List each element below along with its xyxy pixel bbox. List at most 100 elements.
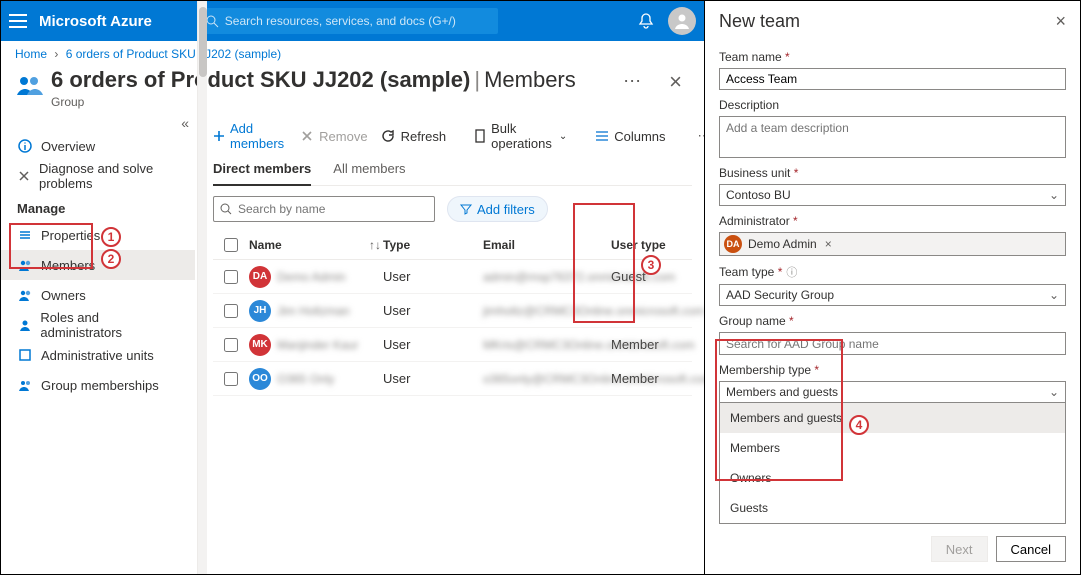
row-checkbox[interactable]	[224, 304, 238, 318]
membership-type-value: Members and guests	[726, 385, 838, 399]
sidebar-header-manage: Manage	[1, 191, 195, 220]
sidebar-item-adminunits[interactable]: Administrative units	[1, 340, 195, 370]
sidebar: « Overview Diagnose and solve problems M…	[1, 111, 195, 580]
member-email: jimholtz@CRMC3Online.onmicrosoft.com	[483, 304, 611, 318]
close-icon[interactable]: ×	[1055, 11, 1066, 32]
global-search[interactable]	[198, 8, 498, 34]
row-checkbox[interactable]	[224, 270, 238, 284]
new-team-panel: New team × Team name * Description Busin…	[704, 0, 1081, 575]
blade-title: 6 orders of Product SKU JJ202 (sample)|M…	[51, 67, 615, 93]
more-commands-icon[interactable]: ⋯	[694, 128, 704, 144]
sidebar-item-label: Members	[41, 258, 95, 273]
panel-title: New team	[719, 11, 800, 32]
brand-label: Microsoft Azure	[39, 13, 152, 30]
adminunits-icon	[17, 347, 33, 363]
tab-direct-members[interactable]: Direct members	[213, 161, 311, 186]
azure-topbar: Microsoft Azure	[1, 1, 704, 41]
add-filters-button[interactable]: Add filters	[447, 196, 548, 222]
membership-option[interactable]: Members	[720, 433, 1065, 463]
columns-button[interactable]: Columns	[595, 129, 665, 144]
panel-footer: Next Cancel	[719, 524, 1066, 562]
close-icon[interactable]: ×	[661, 67, 690, 97]
group-name-input[interactable]	[719, 332, 1066, 354]
main-content: Add members Remove Refresh Bulk operatio…	[195, 111, 704, 580]
row-checkbox[interactable]	[224, 338, 238, 352]
bulk-label: Bulk operations	[491, 121, 554, 151]
add-members-button[interactable]: Add members	[213, 121, 286, 151]
membership-option[interactable]: Owners	[720, 463, 1065, 493]
search-members[interactable]	[213, 196, 435, 222]
sidebar-item-properties[interactable]: Properties	[1, 220, 195, 250]
tab-all-members[interactable]: All members	[333, 161, 405, 185]
table-row[interactable]: DADemo AdminUseradmin@msp76372.onmicroso…	[213, 260, 692, 294]
columns-label: Columns	[614, 129, 665, 144]
next-button[interactable]: Next	[931, 536, 988, 562]
breadcrumb: Home › 6 orders of Product SKU JJ202 (sa…	[1, 41, 704, 63]
member-avatar: JH	[249, 300, 271, 322]
col-type[interactable]: Type	[383, 238, 483, 252]
sidebar-item-owners[interactable]: Owners	[1, 280, 195, 310]
bulk-icon	[474, 129, 486, 143]
members-icon	[17, 257, 33, 273]
label-business-unit: Business unit *	[719, 166, 1066, 180]
select-all-checkbox[interactable]	[224, 238, 238, 252]
description-input[interactable]	[719, 116, 1066, 157]
remove-button[interactable]: Remove	[300, 129, 367, 144]
group-icon	[15, 71, 43, 99]
team-name-input[interactable]	[719, 68, 1066, 90]
remove-label: Remove	[319, 129, 367, 144]
sidebar-item-label: Administrative units	[41, 348, 154, 363]
filter-icon	[460, 204, 472, 214]
refresh-label: Refresh	[401, 129, 447, 144]
administrator-chip[interactable]: DA Demo Admin ×	[719, 232, 1066, 256]
member-type: User	[383, 269, 483, 284]
membership-option[interactable]: Guests	[720, 493, 1065, 523]
table-row[interactable]: MKManjinder KaurUserMKris@CRMC3Online.on…	[213, 328, 692, 362]
sidebar-item-roles[interactable]: Roles and administrators	[1, 310, 195, 340]
cancel-button[interactable]: Cancel	[996, 536, 1066, 562]
breadcrumb-current[interactable]: 6 orders of Product SKU JJ202 (sample)	[66, 47, 281, 61]
business-unit-select[interactable]: Contoso BU ⌄	[719, 184, 1066, 206]
notifications-icon[interactable]	[638, 12, 654, 30]
admin-avatar: DA	[724, 235, 742, 253]
filter-row: Add filters	[213, 196, 692, 222]
sidebar-item-members[interactable]: Members	[1, 250, 195, 280]
sort-icon[interactable]: ↑↓	[369, 238, 383, 252]
member-name: O365 Only	[277, 372, 334, 386]
breadcrumb-home[interactable]: Home	[15, 47, 47, 61]
remove-admin-icon[interactable]: ×	[825, 237, 832, 251]
table-row[interactable]: OOO365 OnlyUsero365only@CRMC3Online.onmi…	[213, 362, 692, 396]
membership-option[interactable]: Members and guests	[720, 403, 1065, 433]
sidebar-item-label: Group memberships	[41, 378, 159, 393]
col-usertype[interactable]: User type	[611, 238, 675, 252]
col-email[interactable]: Email	[483, 238, 611, 252]
more-actions-icon[interactable]: ⋯	[615, 67, 649, 96]
sidebar-item-diagnose[interactable]: Diagnose and solve problems	[1, 161, 195, 191]
account-avatar[interactable]	[668, 7, 696, 35]
info-icon[interactable]: ⓘ	[786, 267, 797, 279]
col-name[interactable]: Name	[249, 238, 369, 252]
member-email: MKris@CRMC3Online.onmicrosoft.com	[483, 338, 611, 352]
search-icon	[206, 15, 219, 28]
chevron-down-icon: ⌄	[1049, 188, 1059, 202]
add-members-label: Add members	[230, 121, 286, 151]
team-type-select[interactable]: AAD Security Group ⌄	[719, 284, 1066, 306]
row-checkbox[interactable]	[224, 372, 238, 386]
member-avatar: DA	[249, 266, 271, 288]
sidebar-item-label: Roles and administrators	[40, 310, 179, 340]
refresh-button[interactable]: Refresh	[382, 129, 447, 144]
global-search-input[interactable]	[225, 14, 490, 28]
bulk-operations-button[interactable]: Bulk operations ⌄	[474, 121, 567, 151]
member-email: admin@msp76372.onmicrosoft.com	[483, 270, 611, 284]
owners-icon	[17, 287, 33, 303]
sidebar-item-overview[interactable]: Overview	[1, 131, 195, 161]
search-icon	[220, 203, 232, 215]
collapse-sidebar-icon[interactable]: «	[1, 111, 195, 131]
hamburger-icon[interactable]	[9, 14, 27, 28]
remove-icon	[300, 129, 314, 143]
search-members-input[interactable]	[238, 202, 428, 216]
membership-type-select[interactable]: Members and guests ⌄	[719, 381, 1066, 403]
table-row[interactable]: JHJim HoltzmanUserjimholtz@CRMC3Online.o…	[213, 294, 692, 328]
sidebar-item-groupmemberships[interactable]: Group memberships	[1, 370, 195, 400]
member-email: o365only@CRMC3Online.onmicrosoft.com	[483, 372, 611, 386]
